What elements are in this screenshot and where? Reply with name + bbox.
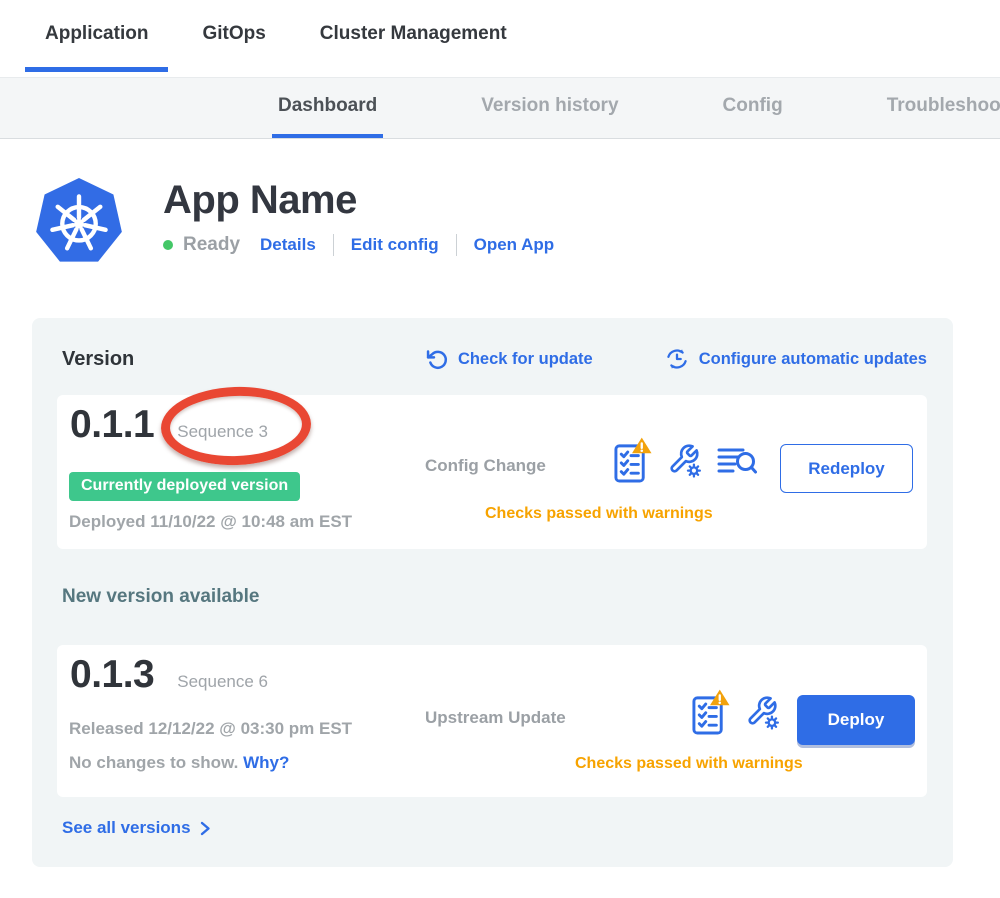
kubernetes-logo-icon xyxy=(35,176,123,268)
configure-automatic-updates-label: Configure automatic updates xyxy=(699,350,927,369)
version-section-title: Version xyxy=(62,348,134,371)
auto-update-clock-icon[interactable] xyxy=(665,347,689,371)
available-checks-status: Checks passed with warnings xyxy=(575,755,803,773)
current-sequence-label: Sequence 3 xyxy=(177,422,268,442)
app-sub-nav: Dashboard Version history Config Trouble… xyxy=(0,77,1000,139)
page-title: App Name xyxy=(163,179,554,221)
tab-gitops[interactable]: GitOps xyxy=(182,0,285,72)
no-changes-label: No changes to show. xyxy=(69,753,238,772)
app-header: App Name Ready Details Edit config Open … xyxy=(35,176,1000,268)
no-changes-text: No changes to show. Why? xyxy=(69,753,289,773)
see-all-versions-link[interactable]: See all versions xyxy=(62,818,211,838)
divider xyxy=(456,234,457,256)
open-app-link[interactable]: Open App xyxy=(474,235,555,255)
current-version-line: 0.1.1 Sequence 3 xyxy=(70,403,268,447)
tab-version-history[interactable]: Version history xyxy=(475,78,624,138)
tab-application[interactable]: Application xyxy=(25,0,168,72)
current-source-label: Config Change xyxy=(425,456,546,476)
configure-automatic-updates-link[interactable]: Configure automatic updates xyxy=(665,347,927,371)
new-version-available-heading: New version available xyxy=(62,586,260,608)
deployed-timestamp: Deployed 11/10/22 @ 10:48 am EST xyxy=(69,512,352,532)
divider xyxy=(333,234,334,256)
tab-dashboard[interactable]: Dashboard xyxy=(272,78,383,138)
version-card: Version Check for update Configure autom… xyxy=(32,318,953,867)
see-all-versions-label: See all versions xyxy=(62,818,191,838)
why-link[interactable]: Why? xyxy=(243,753,289,772)
currently-deployed-badge: Currently deployed version xyxy=(69,472,300,501)
view-diff-lines-magnifier-icon[interactable] xyxy=(717,444,757,478)
tab-cluster-management[interactable]: Cluster Management xyxy=(300,0,527,72)
tab-config[interactable]: Config xyxy=(717,78,789,138)
released-timestamp: Released 12/12/22 @ 03:30 pm EST xyxy=(69,719,352,739)
current-version-row: 0.1.1 Sequence 3 Currently deployed vers… xyxy=(57,395,927,549)
available-version-row: 0.1.3 Sequence 6 Released 12/12/22 @ 03:… xyxy=(57,645,927,797)
app-status-row: Ready Details Edit config Open App xyxy=(163,234,554,256)
current-version-icons xyxy=(613,437,757,484)
tab-troubleshoot[interactable]: Troubleshoot xyxy=(881,78,1000,138)
available-source-label: Upstream Update xyxy=(425,708,566,728)
available-version-number: 0.1.3 xyxy=(70,653,154,697)
version-actions: Check for update Configure automatic upd… xyxy=(425,347,927,371)
check-for-update-link[interactable]: Check for update xyxy=(425,347,593,371)
ready-status-dot-icon xyxy=(163,240,173,250)
current-version-number: 0.1.1 xyxy=(70,403,154,447)
available-version-icons xyxy=(691,689,780,736)
available-sequence-label: Sequence 6 xyxy=(177,672,268,692)
deploy-button[interactable]: Deploy xyxy=(797,695,915,745)
status-badge: Ready xyxy=(183,234,240,256)
details-link[interactable]: Details xyxy=(260,235,316,255)
edit-config-wrench-gear-icon[interactable] xyxy=(745,693,780,732)
refresh-icon[interactable] xyxy=(425,348,448,371)
check-for-update-label: Check for update xyxy=(458,350,593,369)
available-version-line: 0.1.3 Sequence 6 xyxy=(70,653,268,697)
edit-config-wrench-gear-icon[interactable] xyxy=(667,441,702,480)
redeploy-button[interactable]: Redeploy xyxy=(780,444,913,493)
edit-config-link[interactable]: Edit config xyxy=(351,235,439,255)
current-checks-status: Checks passed with warnings xyxy=(485,505,713,523)
chevron-right-icon xyxy=(200,821,211,836)
primary-nav: Application GitOps Cluster Management xyxy=(0,0,1000,72)
preflight-checks-warning-icon[interactable] xyxy=(691,689,730,736)
preflight-checks-warning-icon[interactable] xyxy=(613,437,652,484)
